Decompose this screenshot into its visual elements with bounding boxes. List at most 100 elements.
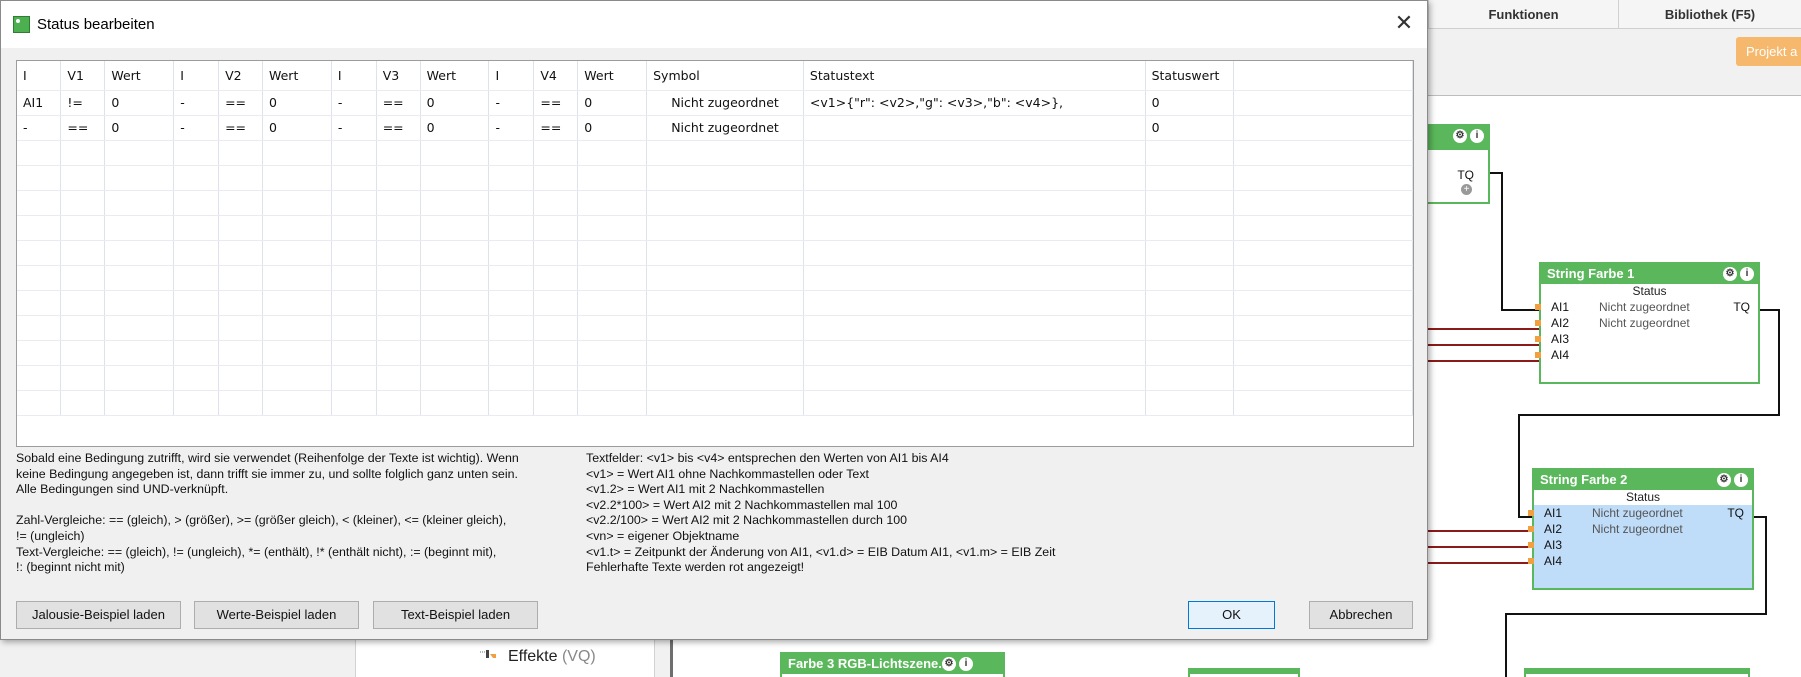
table-cell[interactable] (17, 315, 62, 341)
table-cell[interactable] (331, 365, 377, 391)
block-input-row[interactable]: AI1 Nicht zugeordnet TQ (1535, 299, 1758, 315)
column-header[interactable]: Symbol (646, 61, 804, 91)
table-cell[interactable] (488, 340, 535, 366)
table-cell[interactable] (262, 190, 332, 216)
table-cell[interactable] (104, 365, 175, 391)
column-header[interactable]: Wert (104, 61, 175, 91)
table-cell[interactable] (262, 340, 332, 366)
table-cell[interactable] (420, 290, 490, 316)
column-header[interactable]: V3 (376, 61, 421, 91)
table-cell[interactable] (17, 215, 62, 241)
table-cell[interactable]: Nicht zugeordnet (646, 90, 804, 116)
table-cell[interactable] (17, 240, 62, 266)
table-cell[interactable] (646, 190, 804, 216)
table-cell[interactable] (1233, 265, 1413, 291)
table-cell[interactable] (173, 265, 220, 291)
gear-icon[interactable]: ⚙ (1717, 473, 1731, 487)
info-icon[interactable]: i (1740, 267, 1754, 281)
table-cell[interactable] (533, 165, 579, 191)
table-cell[interactable] (262, 215, 332, 241)
table-cell[interactable] (262, 265, 332, 291)
table-cell[interactable]: - (17, 115, 62, 141)
table-cell[interactable] (420, 265, 490, 291)
table-cell[interactable] (60, 365, 106, 391)
table-cell[interactable] (646, 315, 804, 341)
table-cell[interactable] (1233, 165, 1413, 191)
table-cell[interactable] (376, 190, 421, 216)
table-cell[interactable] (533, 290, 579, 316)
table-cell[interactable] (17, 340, 62, 366)
table-cell[interactable] (17, 365, 62, 391)
table-cell[interactable] (104, 215, 175, 241)
table-cell[interactable] (17, 390, 62, 416)
table-cell[interactable] (1233, 315, 1413, 341)
table-cell[interactable] (104, 265, 175, 291)
block-input-row[interactable]: AI2 Nicht zugeordnet (1528, 521, 1752, 537)
table-cell[interactable]: AI1 (17, 90, 62, 116)
table-cell[interactable] (488, 165, 535, 191)
table-cell[interactable] (577, 365, 648, 391)
table-cell[interactable] (1145, 140, 1234, 166)
table-cell[interactable] (218, 390, 263, 416)
input-port[interactable] (1535, 336, 1541, 342)
table-cell[interactable] (104, 315, 175, 341)
table-cell[interactable] (104, 165, 175, 191)
table-cell[interactable] (173, 240, 220, 266)
tab-bibliothek[interactable]: Bibliothek (F5) (1618, 0, 1801, 29)
table-cell[interactable] (577, 190, 648, 216)
ok-button[interactable]: OK (1188, 601, 1275, 629)
table-cell[interactable] (17, 190, 62, 216)
table-cell[interactable] (577, 290, 648, 316)
table-cell[interactable] (803, 390, 1146, 416)
table-cell[interactable] (104, 290, 175, 316)
input-port[interactable] (1535, 352, 1541, 358)
table-cell[interactable] (577, 215, 648, 241)
table-cell[interactable] (218, 140, 263, 166)
table-cell[interactable] (1233, 115, 1413, 141)
table-cell[interactable] (420, 140, 490, 166)
table-cell[interactable] (173, 340, 220, 366)
table-cell[interactable] (262, 140, 332, 166)
table-cell[interactable] (173, 290, 220, 316)
table-cell[interactable] (104, 340, 175, 366)
table-cell[interactable] (1233, 390, 1413, 416)
table-cell[interactable] (420, 240, 490, 266)
table-cell[interactable]: == (218, 90, 263, 116)
table-cell[interactable] (1145, 365, 1234, 391)
table-cell[interactable] (803, 140, 1146, 166)
table-cell[interactable] (803, 365, 1146, 391)
table-cell[interactable] (803, 165, 1146, 191)
function-block-farbe-3[interactable]: Farbe 3 RGB-Lichtszene... ⚙ i (780, 652, 1005, 677)
table-cell[interactable] (488, 190, 535, 216)
table-cell[interactable] (488, 390, 535, 416)
table-cell[interactable]: 0 (1145, 115, 1234, 141)
table-cell[interactable] (173, 365, 220, 391)
table-cell[interactable]: - (331, 115, 377, 141)
table-cell[interactable]: 0 (262, 90, 332, 116)
column-header[interactable]: V2 (218, 61, 263, 91)
table-cell[interactable] (104, 240, 175, 266)
table-cell[interactable]: == (376, 90, 421, 116)
block-input-row[interactable]: AI1 Nicht zugeordnet TQ (1528, 505, 1752, 521)
table-cell[interactable] (1233, 290, 1413, 316)
block-input-row[interactable]: AI4 (1535, 347, 1758, 363)
table-cell[interactable]: 0 (104, 90, 175, 116)
table-cell[interactable] (646, 365, 804, 391)
table-cell[interactable] (646, 290, 804, 316)
table-cell[interactable] (218, 240, 263, 266)
table-cell[interactable] (577, 340, 648, 366)
table-cell[interactable]: 0 (577, 90, 648, 116)
table-cell[interactable] (420, 190, 490, 216)
input-port[interactable] (1535, 304, 1541, 310)
info-icon[interactable]: i (1734, 473, 1748, 487)
table-cell[interactable] (488, 290, 535, 316)
input-port[interactable] (1528, 542, 1534, 548)
table-cell[interactable]: 0 (420, 90, 490, 116)
table-cell[interactable] (420, 390, 490, 416)
info-icon[interactable]: i (1470, 129, 1484, 143)
table-cell[interactable] (803, 340, 1146, 366)
table-cell[interactable] (420, 215, 490, 241)
table-cell[interactable] (60, 240, 106, 266)
table-cell[interactable] (262, 315, 332, 341)
table-cell[interactable] (488, 315, 535, 341)
